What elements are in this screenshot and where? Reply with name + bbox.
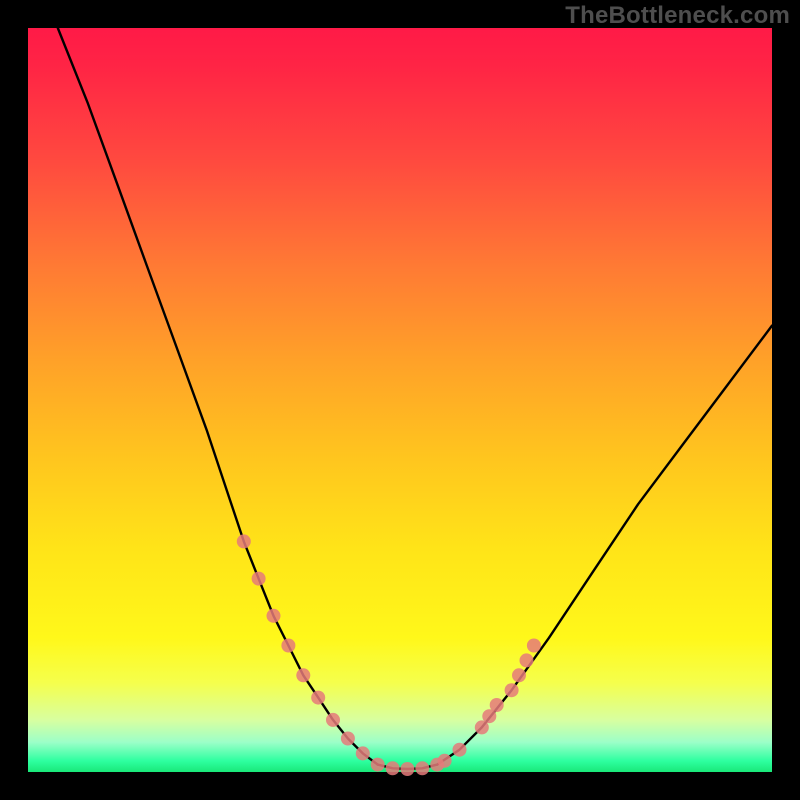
curve-paths — [58, 28, 772, 769]
marker-point — [356, 746, 370, 760]
marker-point — [453, 743, 467, 757]
marker-point — [341, 732, 355, 746]
marker-point — [371, 758, 385, 772]
marker-point — [326, 713, 340, 727]
plot-area — [28, 28, 772, 772]
marker-point — [311, 691, 325, 705]
series-right-branch — [437, 326, 772, 765]
marker-point — [527, 639, 541, 653]
marker-point — [296, 668, 310, 682]
marker-point — [267, 609, 281, 623]
watermark-text: TheBottleneck.com — [565, 2, 790, 30]
marker-point — [520, 653, 534, 667]
marker-point — [281, 639, 295, 653]
marker-point — [386, 761, 400, 775]
chart-frame: TheBottleneck.com — [0, 0, 800, 800]
marker-point — [438, 754, 452, 768]
marker-point — [490, 698, 504, 712]
marker-point — [512, 668, 526, 682]
marker-point — [237, 534, 251, 548]
marker-point — [252, 572, 266, 586]
marker-point — [505, 683, 519, 697]
marker-dots — [237, 534, 541, 776]
marker-point — [400, 762, 414, 776]
series-left-branch — [58, 28, 378, 765]
marker-point — [415, 761, 429, 775]
chart-svg — [28, 28, 772, 772]
